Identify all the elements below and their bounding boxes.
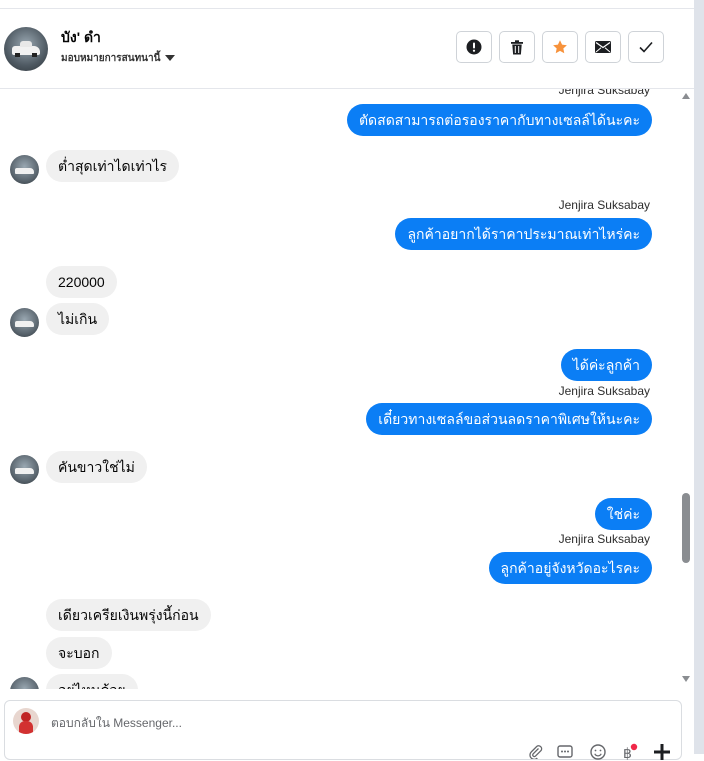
- mark-done-button[interactable]: [628, 31, 664, 63]
- scroll-down-arrow[interactable]: [682, 676, 690, 682]
- saved-replies-icon[interactable]: [556, 743, 574, 761]
- contact-avatar-small: [10, 155, 39, 184]
- outgoing-message[interactable]: ลูกค้าอยากได้ราคาประมาณเท่าไหร่คะ: [395, 218, 652, 250]
- delete-button[interactable]: [499, 31, 535, 63]
- outgoing-message[interactable]: ได้ค่ะลูกค้า: [560, 349, 652, 381]
- incoming-message[interactable]: อยู่ไหนด้วย: [46, 674, 138, 689]
- window-edge: [694, 0, 704, 754]
- mark-unread-button[interactable]: [585, 31, 621, 63]
- incoming-message[interactable]: จะบอก: [46, 637, 112, 669]
- outgoing-message[interactable]: ใช่ค่ะ: [594, 498, 652, 530]
- top-divider: [0, 0, 694, 9]
- sender-name: Jenjira Suksabay: [558, 198, 650, 212]
- envelope-icon: [595, 41, 611, 53]
- contact-avatar-small: [10, 677, 39, 689]
- caret-down-icon: [165, 55, 176, 62]
- alert-circle-icon: [466, 39, 482, 55]
- incoming-message[interactable]: ไม่เกิน: [46, 303, 110, 335]
- add-icon[interactable]: [653, 743, 671, 761]
- sender-name: Jenjira Suksabay: [558, 532, 650, 546]
- assign-label: มอบหมายการสนทนานี้: [61, 53, 161, 64]
- page-avatar: [13, 708, 39, 734]
- outgoing-message[interactable]: เดี๋ยวทางเซลล์ขอส่วนลดราคาพิเศษให้นะคะ: [366, 403, 652, 435]
- contact-avatar[interactable]: [4, 27, 48, 71]
- star-button[interactable]: [542, 31, 578, 63]
- emoji-icon[interactable]: [589, 743, 607, 761]
- assign-conversation-dropdown[interactable]: มอบหมายการสนทนานี้: [61, 51, 176, 66]
- sender-name: Jenjira Suksabay: [558, 384, 650, 398]
- incoming-message[interactable]: เดียวเครียเงินพรุ่งนี้ก่อน: [46, 599, 211, 631]
- contact-name[interactable]: บัง' ดำ: [61, 27, 101, 49]
- conversation-header: บัง' ดำ มอบหมายการสนทนานี้: [0, 9, 694, 89]
- message-thread[interactable]: Jenjira Suksabay ตัดสดสามารถต่อรองราคากั…: [0, 89, 684, 689]
- outgoing-message[interactable]: ลูกค้าอยู่จังหวัดอะไรคะ: [488, 552, 652, 584]
- outgoing-message[interactable]: ตัดสดสามารถต่อรองราคากับทางเซลล์ได้นะคะ: [346, 104, 652, 136]
- sender-name: Jenjira Suksabay: [558, 89, 650, 97]
- scrollbar-thumb[interactable]: [682, 493, 690, 563]
- attachment-icon[interactable]: [527, 743, 545, 761]
- incoming-message[interactable]: คันขาวใช่ไม่: [46, 451, 147, 483]
- payment-icon[interactable]: ฿: [620, 743, 638, 761]
- incoming-message[interactable]: 220000: [46, 266, 117, 298]
- spam-button[interactable]: [456, 31, 492, 63]
- contact-avatar-small: [10, 308, 39, 337]
- check-icon: [639, 41, 653, 53]
- reply-input[interactable]: [49, 715, 553, 731]
- contact-avatar-small: [10, 455, 39, 484]
- star-icon: [553, 40, 567, 54]
- scroll-up-arrow[interactable]: [682, 93, 690, 99]
- trash-icon: [511, 39, 523, 54]
- incoming-message[interactable]: ต่ำสุดเท่าไดเท่าไร: [46, 150, 180, 182]
- reply-composer: ฿: [4, 700, 682, 761]
